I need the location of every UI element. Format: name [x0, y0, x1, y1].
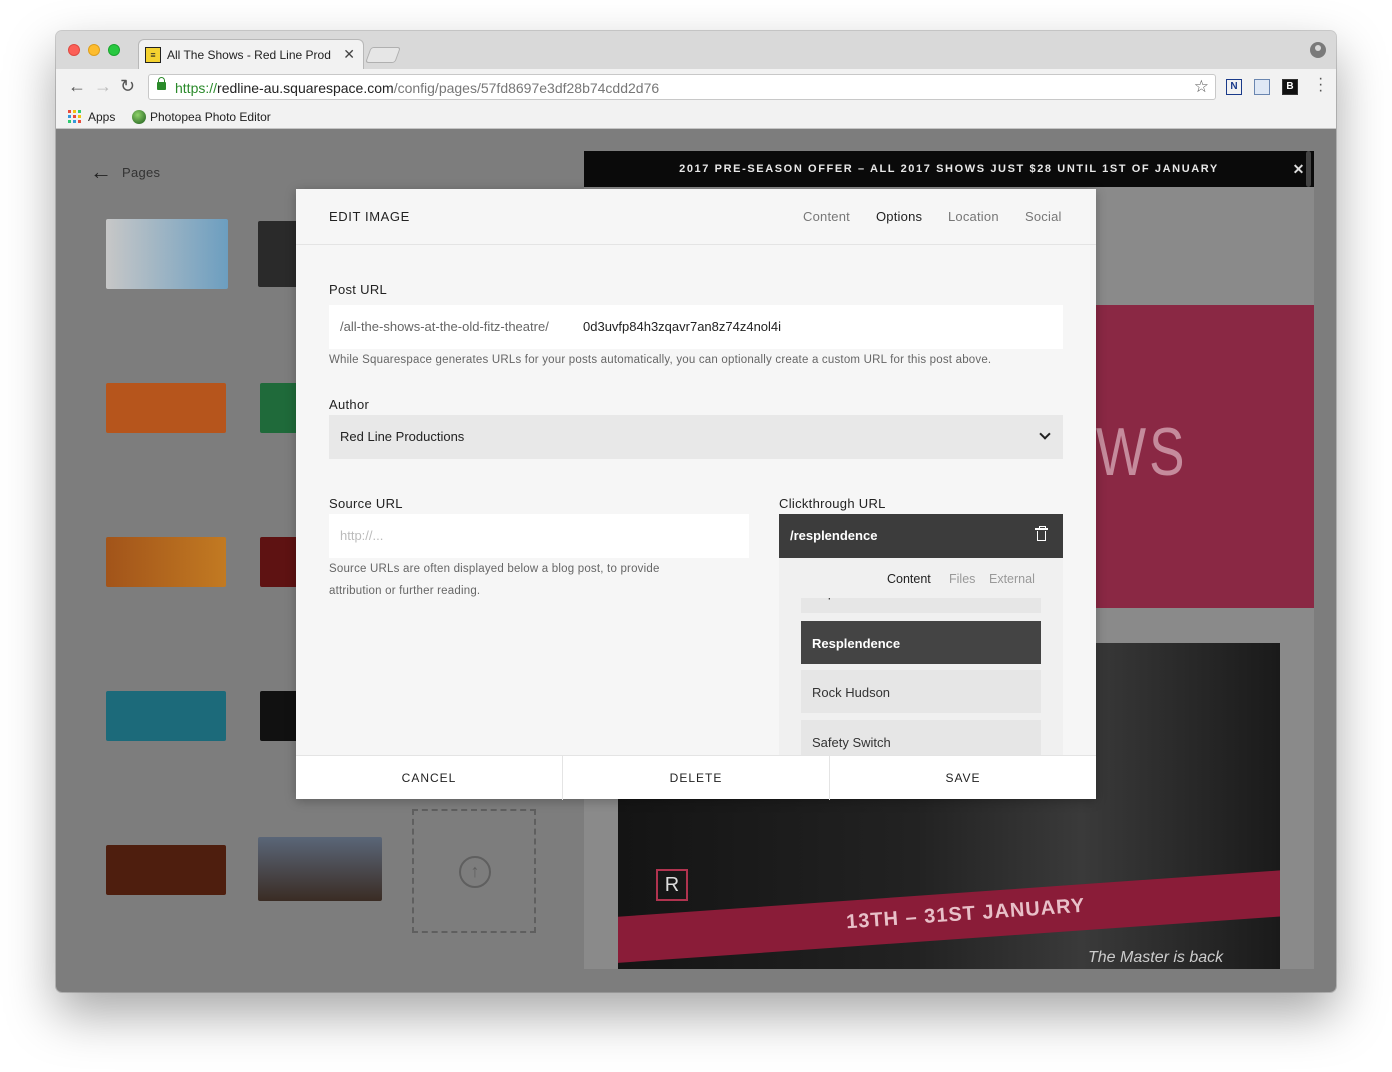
save-button[interactable]: SAVE [830, 756, 1096, 800]
author-value: Red Line Productions [340, 429, 465, 444]
post-url-prefix: /all-the-shows-at-the-old-fitz-theatre/ [340, 319, 549, 334]
tab-close-icon[interactable]: ✕ [343, 46, 355, 63]
edit-image-dialog: EDIT IMAGE Content Options Location Soci… [296, 189, 1096, 800]
poster-tagline: The Master is back [1088, 949, 1224, 966]
extension-window-icon[interactable] [1254, 79, 1270, 95]
page-thumbnail[interactable] [260, 691, 298, 741]
link-list[interactable]: Pope Head Resplendence Rock Hudson Safet… [801, 598, 1041, 755]
back-arrow-icon[interactable]: ← [90, 161, 112, 183]
tab-content[interactable]: Content [803, 209, 850, 224]
browser-window: ≡ All The Shows - Red Line Prod ✕ ← → ↻ … [56, 31, 1336, 992]
site-favicon-icon: ≡ [145, 47, 161, 63]
new-tab-button[interactable] [365, 47, 401, 63]
source-url-field[interactable]: http://... [329, 514, 749, 558]
link-list-item[interactable]: Rock Hudson [801, 670, 1041, 713]
tab-strip: ≡ All The Shows - Red Line Prod ✕ [56, 31, 1336, 69]
close-window-button[interactable] [68, 44, 80, 56]
bookmark-photopea[interactable]: Photopea Photo Editor [150, 110, 271, 124]
clickthrough-url-label: Clickthrough URL [779, 496, 886, 511]
browser-menu-icon[interactable]: · · · [1318, 71, 1323, 99]
source-url-placeholder: http://... [340, 528, 384, 543]
dialog-body: Post URL /all-the-shows-at-the-old-fitz-… [296, 245, 1096, 755]
maximize-window-button[interactable] [108, 44, 120, 56]
post-url-label: Post URL [329, 282, 388, 297]
page-thumbnail[interactable] [258, 221, 298, 287]
page-thumbnail[interactable] [106, 219, 228, 289]
bookmarks-bar: Apps Photopea Photo Editor [56, 105, 1336, 129]
browser-tab[interactable]: ≡ All The Shows - Red Line Prod ✕ [138, 39, 364, 69]
tab-location[interactable]: Location [948, 209, 999, 224]
link-tab-content[interactable]: Content [887, 572, 931, 586]
lock-icon [157, 77, 166, 90]
extension-b-icon[interactable]: B [1282, 79, 1298, 95]
minimize-window-button[interactable] [88, 44, 100, 56]
chevron-down-icon [1039, 428, 1051, 440]
page-thumbnail[interactable] [260, 383, 298, 433]
page-thumbnail[interactable] [260, 537, 298, 587]
clickthrough-url-value: /resplendence [790, 528, 878, 543]
upload-dropzone[interactable]: ↑ [412, 809, 536, 933]
url-scheme: https:// [175, 80, 218, 96]
red-line-logo: R [656, 869, 688, 901]
post-url-field[interactable]: /all-the-shows-at-the-old-fitz-theatre/ … [329, 305, 1063, 349]
extension-n-icon[interactable]: N [1226, 79, 1242, 95]
author-select[interactable]: Red Line Productions [329, 415, 1063, 459]
tab-social[interactable]: Social [1025, 209, 1062, 224]
link-list-item[interactable]: Pope Head [801, 598, 1041, 613]
url-host: redline-au.squarespace.com [217, 80, 394, 96]
hero-text: WS [1096, 414, 1188, 490]
back-arrow-icon[interactable]: ← [68, 77, 86, 95]
post-url-help: While Squarespace generates URLs for you… [329, 354, 992, 366]
pages-back-label[interactable]: Pages [122, 165, 160, 180]
forward-arrow-icon[interactable]: → [94, 77, 112, 95]
link-tab-files[interactable]: Files [949, 572, 975, 586]
bookmark-apps[interactable]: Apps [88, 110, 115, 124]
source-url-help-2: attribution or further reading. [329, 585, 481, 597]
upload-arrow-icon: ↑ [459, 856, 491, 888]
profile-icon[interactable] [1310, 42, 1326, 58]
url-path: /config/pages/57fd8697e3df28b74cdd2d76 [393, 80, 660, 96]
apps-grid-icon[interactable] [68, 110, 82, 124]
tab-title: All The Shows - Red Line Prod [167, 48, 331, 62]
author-label: Author [329, 397, 370, 412]
url-text: https://redline-au.squarespace.com/confi… [175, 80, 659, 96]
clickthrough-url-field[interactable]: /resplendence [779, 514, 1063, 558]
announcement-close-icon[interactable]: ✕ [1293, 151, 1306, 187]
bookmark-star-icon[interactable]: ☆ [1194, 77, 1209, 97]
dialog-footer: CANCEL DELETE SAVE [296, 755, 1096, 800]
browser-toolbar: ← → ↻ https://redline-au.squarespace.com… [56, 69, 1336, 105]
cancel-button[interactable]: CANCEL [296, 756, 562, 800]
page-thumbnail[interactable] [258, 837, 382, 901]
dialog-header: EDIT IMAGE Content Options Location Soci… [296, 189, 1096, 245]
link-list-item[interactable]: Safety Switch [801, 720, 1041, 755]
preview-scrollbar[interactable] [1306, 151, 1311, 187]
dialog-title: EDIT IMAGE [329, 209, 410, 224]
announcement-text: 2017 PRE-SEASON OFFER – ALL 2017 SHOWS J… [679, 163, 1219, 175]
page-thumbnail[interactable] [106, 537, 226, 587]
page-thumbnail[interactable] [106, 691, 226, 741]
link-picker-dropdown: Content Files External Pope Head Resplen… [779, 558, 1063, 755]
page-thumbnail[interactable] [106, 383, 226, 433]
link-tab-external[interactable]: External [989, 572, 1035, 586]
photopea-icon [132, 110, 146, 124]
post-url-value[interactable]: 0d3uvfp84h3zqavr7an8z74z4nol4i [583, 319, 781, 334]
page-thumbnail[interactable] [106, 845, 226, 895]
address-bar[interactable]: https://redline-au.squarespace.com/confi… [148, 74, 1216, 100]
tab-options[interactable]: Options [876, 209, 922, 224]
announcement-bar: 2017 PRE-SEASON OFFER – ALL 2017 SHOWS J… [584, 151, 1314, 187]
page-content: ← Pages ↑ 2017 PRE-SEASON OFFER – ALL 20… [56, 129, 1336, 992]
source-url-label: Source URL [329, 496, 403, 511]
reload-icon[interactable]: ↻ [120, 77, 135, 95]
delete-button[interactable]: DELETE [563, 756, 829, 800]
trash-icon[interactable] [1035, 526, 1048, 541]
source-url-help-1: Source URLs are often displayed below a … [329, 563, 660, 575]
link-list-item-selected[interactable]: Resplendence [801, 621, 1041, 664]
